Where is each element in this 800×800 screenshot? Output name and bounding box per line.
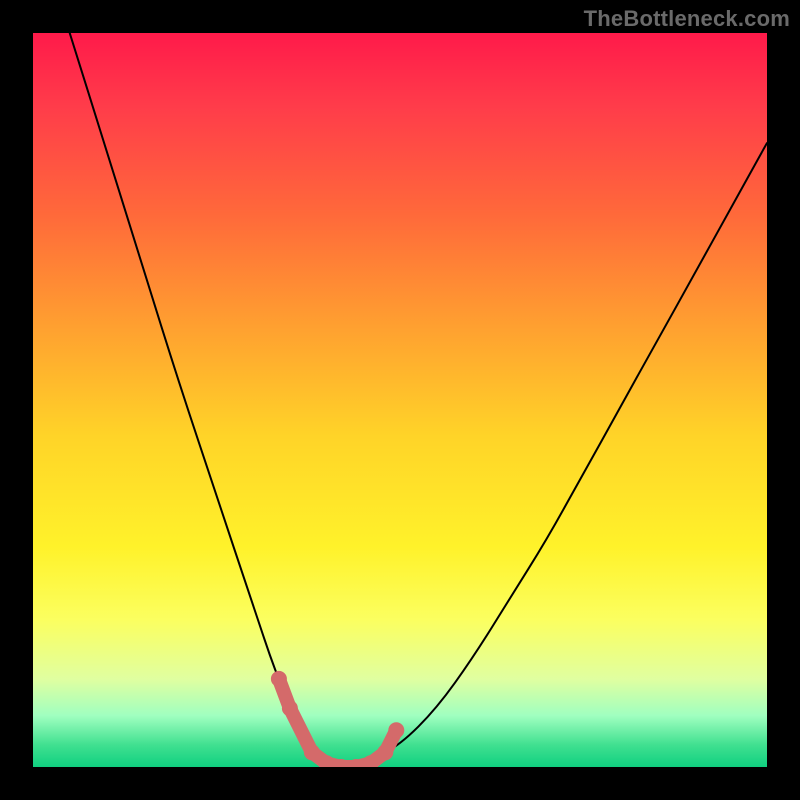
valley-marker-dot xyxy=(388,722,404,738)
valley-marker-dot xyxy=(271,671,287,687)
valley-marker-dot xyxy=(304,744,320,760)
valley-markers xyxy=(271,671,404,767)
watermark-text: TheBottleneck.com xyxy=(584,6,790,32)
valley-marker-dot xyxy=(282,700,298,716)
valley-marker-dot xyxy=(377,744,393,760)
chart-svg xyxy=(33,33,767,767)
plot-area xyxy=(33,33,767,767)
chart-canvas: TheBottleneck.com xyxy=(0,0,800,800)
curve-line xyxy=(70,33,767,767)
